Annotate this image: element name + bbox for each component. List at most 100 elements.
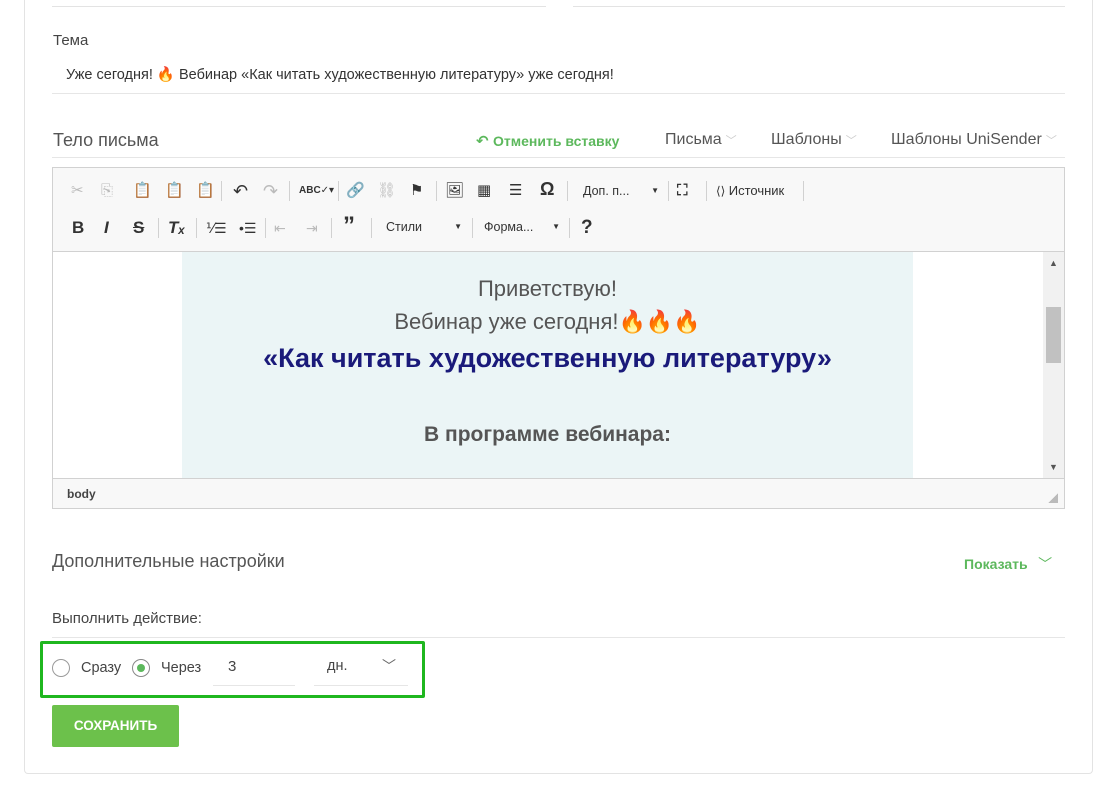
templates-label: Шаблоны (771, 131, 842, 148)
body-title: Тело письма (53, 130, 159, 150)
after-label: Через (161, 660, 202, 676)
indent-icon[interactable]: ⇥ (306, 218, 318, 238)
scroll-down-icon[interactable]: ▼ (1043, 462, 1064, 472)
greeting-text: Приветствую! (477, 276, 617, 301)
field-underline (573, 6, 1065, 7)
undo-paste-link[interactable]: ↶ Отменить вставку (476, 132, 619, 151)
maximize-icon[interactable]: ⛶ (677, 181, 688, 201)
source-button[interactable]: ⟨⟩ Источник (716, 181, 784, 201)
spellcheck-icon[interactable]: ABC✓▾ (299, 181, 334, 201)
toolbar-separator (221, 181, 222, 201)
undo-icon: ↶ (476, 133, 489, 150)
unisender-templates-dropdown[interactable]: Шаблоны UniSender ﹀ (891, 131, 1057, 149)
editor-scrollbar[interactable]: ▲ ▼ (1043, 252, 1064, 478)
unlink-icon[interactable]: ⛓ (377, 181, 396, 201)
chevron-down-icon: ﹀ (382, 658, 396, 674)
show-advanced-link[interactable]: Показать ﹀ (964, 554, 1052, 574)
body-underline (52, 157, 1065, 158)
unit-value: дн. (327, 658, 348, 674)
link-icon[interactable]: 🔗 (346, 181, 365, 201)
immediately-label: Сразу (81, 660, 122, 676)
show-label: Показать (964, 556, 1028, 572)
format-label: Форма... (484, 220, 534, 234)
editor-content[interactable]: Приветствую! Вебинар уже сегодня!🔥🔥🔥 «Ка… (53, 252, 1043, 478)
chevron-down-icon: ﹀ (725, 135, 737, 147)
webinar-title: «Как читать художественную литературу» (263, 343, 832, 373)
bold-icon[interactable]: B (72, 218, 84, 238)
paste-icon[interactable]: 📋 (133, 181, 152, 201)
unisender-templates-label: Шаблоны UniSender (891, 131, 1042, 148)
anchor-flag-icon[interactable]: ⚑ (410, 181, 423, 201)
advanced-settings-title: Дополнительные настройки (52, 551, 285, 571)
table-icon[interactable]: ▦ (477, 181, 491, 201)
toolbar-separator (289, 181, 290, 201)
chevron-down-icon: ﹀ (845, 135, 857, 147)
blockquote-icon[interactable]: ” (343, 214, 355, 238)
numbered-list-icon[interactable]: ⅟☰ (206, 218, 227, 238)
field-underline (52, 6, 546, 7)
toolbar-separator (338, 181, 339, 201)
dropdown-arrow-icon: ▼ (552, 222, 560, 231)
templates-dropdown[interactable]: Шаблоны ﹀ (771, 131, 857, 149)
help-icon[interactable]: ? (581, 218, 593, 238)
delay-input[interactable]: 3 (213, 650, 295, 686)
email-preview: Приветствую! Вебинар уже сегодня!🔥🔥🔥 «Ка… (182, 252, 913, 478)
subject-input[interactable]: Уже сегодня! 🔥 Вебинар «Как читать худож… (66, 66, 614, 83)
letters-dropdown[interactable]: Письма ﹀ (665, 131, 737, 149)
chevron-down-icon: ﹀ (1038, 556, 1053, 572)
styles-label: Стили (386, 220, 423, 234)
save-button[interactable]: СОХРАНИТЬ (52, 705, 179, 747)
strikethrough-icon[interactable]: S (133, 218, 144, 238)
cut-icon[interactable]: ✂ (71, 181, 84, 201)
toolbar-separator (569, 218, 570, 238)
paste-word-icon[interactable]: 📋 (196, 181, 215, 201)
redo-icon[interactable]: ↷ (263, 181, 278, 201)
radio-after[interactable] (132, 659, 150, 677)
toolbar-separator (472, 218, 473, 238)
scroll-up-icon[interactable]: ▲ (1043, 258, 1064, 268)
image-icon[interactable]: 🖼 (445, 181, 464, 201)
toolbar-separator (706, 181, 707, 201)
special-char-icon[interactable]: Ω (540, 179, 554, 199)
toolbar-separator (371, 218, 372, 238)
radio-immediately[interactable] (52, 659, 70, 677)
source-label: Источник (728, 183, 785, 198)
action-label: Выполнить действие: (52, 610, 202, 627)
webinar-today-text: Вебинар уже сегодня!🔥🔥🔥 (394, 309, 701, 334)
program-heading: В программе вебинара: (424, 423, 671, 446)
element-path[interactable]: body (67, 487, 96, 501)
toolbar-separator (196, 218, 197, 238)
undo-icon[interactable]: ↶ (233, 181, 248, 201)
unit-select[interactable]: дн. ﹀ (314, 650, 408, 686)
bulleted-list-icon[interactable]: •☰ (239, 218, 256, 238)
horizontal-rule-icon[interactable]: ☰ (509, 181, 522, 201)
toolbar-separator (158, 218, 159, 238)
dropdown-arrow-icon: ▼ (454, 222, 462, 231)
outdent-icon[interactable]: ⇤ (274, 218, 286, 238)
toolbar-separator (567, 181, 568, 201)
extra-plugins-dropdown[interactable]: Доп. п... ▼ (583, 180, 659, 202)
toolbar-separator (668, 181, 669, 201)
copy-icon[interactable]: ⎘ (101, 181, 113, 201)
subject-label: Тема (53, 32, 89, 49)
subject-underline (52, 93, 1065, 94)
dropdown-arrow-icon: ▼ (651, 186, 659, 195)
editor-status-bar: body (53, 478, 1064, 508)
source-icon: ⟨⟩ (716, 184, 726, 198)
scroll-thumb[interactable] (1046, 307, 1061, 363)
toolbar-separator (265, 218, 266, 238)
letters-label: Письма (665, 131, 722, 148)
toolbar-separator (436, 181, 437, 201)
toolbar-separator (331, 218, 332, 238)
styles-dropdown[interactable]: Стили ▼ (386, 216, 462, 238)
editor-toolbar: ✂ ⎘ 📋 📋 📋 ↶ ↷ ABC✓▾ 🔗 ⛓ ⚑ 🖼 ▦ ☰ Ω Доп. п… (53, 168, 1064, 252)
italic-icon[interactable]: I (104, 218, 109, 238)
undo-paste-label: Отменить вставку (493, 133, 620, 149)
paste-text-icon[interactable]: 📋 (165, 181, 184, 201)
resize-grip-icon[interactable] (1048, 493, 1058, 503)
remove-format-icon[interactable]: Tₓ (168, 218, 185, 238)
toolbar-separator (803, 181, 804, 201)
chevron-down-icon: ﹀ (1045, 135, 1057, 147)
extra-plugins-label: Доп. п... (583, 184, 630, 198)
format-dropdown[interactable]: Форма... ▼ (484, 216, 560, 238)
